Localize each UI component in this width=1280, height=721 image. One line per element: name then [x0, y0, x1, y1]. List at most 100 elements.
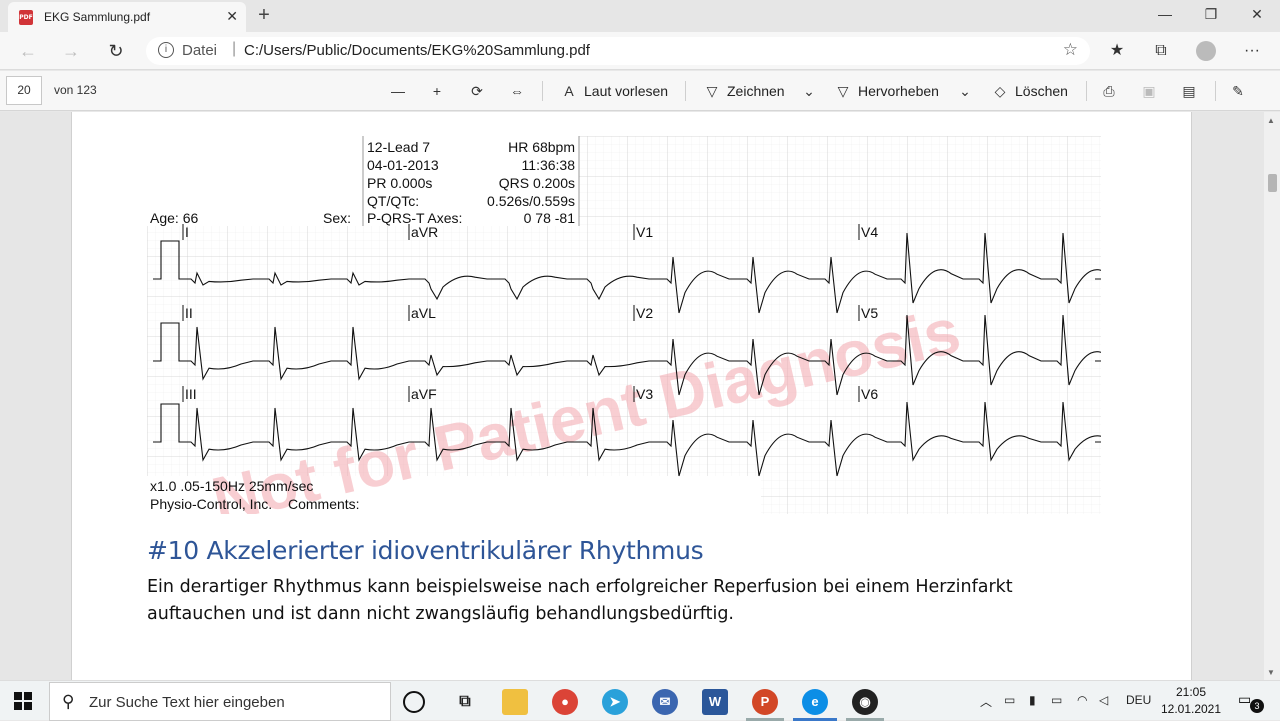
- highlight-button[interactable]: ▽ Hervorheben: [834, 80, 939, 102]
- tab-pdf[interactable]: PDF EKG Sammlung.pdf ✕: [8, 2, 246, 32]
- minimize-icon[interactable]: —: [1142, 6, 1188, 22]
- highlight-label: Hervorheben: [858, 83, 939, 99]
- battery-icon[interactable]: ▭: [1051, 693, 1062, 707]
- ekg-lead-ii: II: [185, 305, 193, 321]
- tab-close-icon[interactable]: ✕: [226, 8, 238, 25]
- save-icon[interactable]: ▣: [1140, 80, 1164, 102]
- read-aloud-button[interactable]: A Laut vorlesen: [560, 80, 668, 102]
- address-separator: |: [232, 40, 237, 57]
- pin-toolbar-icon[interactable]: ✎: [1229, 80, 1253, 102]
- file-explorer-icon[interactable]: [502, 689, 528, 715]
- close-window-icon[interactable]: ✕: [1234, 6, 1280, 23]
- save-as-icon[interactable]: ▤: [1180, 80, 1204, 102]
- language-indicator[interactable]: DEU: [1126, 693, 1151, 707]
- ekg-image: 12-Lead 7 HR 68bpm 04-01-2013 11:36:38 P…: [147, 136, 1101, 514]
- pdf-file-icon: PDF: [19, 10, 33, 25]
- ekg-sex: Sex:: [323, 210, 351, 226]
- toolbar-divider: [1215, 81, 1216, 101]
- ekg-footer-company: Physio-Control, Inc.: [150, 496, 272, 512]
- search-icon: ⚲: [62, 692, 75, 711]
- info-icon[interactable]: i: [158, 42, 174, 58]
- volume-icon[interactable]: ◁: [1099, 693, 1108, 707]
- ekg-lead-v2: V2: [636, 305, 653, 321]
- word-icon[interactable]: W: [702, 689, 728, 715]
- edge-icon[interactable]: e: [802, 689, 828, 715]
- browser-tab-bar: PDF EKG Sammlung.pdf ✕ + — ❐ ✕: [0, 0, 1280, 32]
- taskbar-search-box[interactable]: ⚲ Zur Suche Text hier eingeben: [49, 682, 391, 721]
- back-icon[interactable]: ←: [16, 40, 40, 62]
- navigation-bar: ← → ↻ i Datei | C:/Users/Public/Document…: [0, 32, 1280, 70]
- address-scheme: Datei: [182, 42, 218, 59]
- microphone-icon[interactable]: ▮: [1029, 693, 1036, 707]
- read-aloud-label: Laut vorlesen: [584, 83, 669, 99]
- ekg-lead-v3: V3: [636, 386, 653, 402]
- address-url[interactable]: C:/Users/Public/Documents/EKG%20Sammlung…: [244, 42, 590, 59]
- read-aloud-icon: A: [564, 83, 574, 99]
- pdf-toolbar: 20 von 123 — + ⟳ ⇔ A Laut vorlesen ▽ Zeich…: [0, 71, 1280, 111]
- ekg-footer-comments: Comments:: [288, 496, 360, 512]
- ekg-footer-settings: x1.0 .05-150Hz 25mm/sec: [150, 478, 313, 494]
- pdf-viewer: 12-Lead 7 HR 68bpm 04-01-2013 11:36:38 P…: [0, 112, 1264, 680]
- ekg-pr: PR 0.000s: [367, 175, 432, 191]
- powerpoint-icon[interactable]: P: [752, 689, 778, 715]
- scrollbar-thumb[interactable]: [1268, 174, 1277, 192]
- ekg-qt-label: QT/QTc:: [367, 193, 419, 209]
- taskbar-clock[interactable]: 21:05 12.01.2021: [1156, 684, 1226, 718]
- zoom-in-icon[interactable]: +: [428, 80, 452, 102]
- obs-icon[interactable]: ◉: [852, 689, 878, 715]
- ekg-lead-v1: V1: [636, 224, 653, 240]
- tab-title: EKG Sammlung.pdf: [44, 10, 151, 24]
- tray-chevron-icon[interactable]: ︿: [980, 693, 992, 710]
- draw-button[interactable]: ▽ Zeichnen: [703, 80, 785, 102]
- ekg-age: Age: 66: [150, 210, 198, 226]
- forward-icon[interactable]: →: [59, 40, 83, 62]
- ekg-axes-value: 0 78 -81: [524, 210, 576, 226]
- notification-center-icon[interactable]: ▭ 3: [1238, 691, 1264, 713]
- page-number-input[interactable]: 20: [6, 76, 42, 105]
- telegram-icon[interactable]: ➤: [602, 689, 628, 715]
- draw-label: Zeichnen: [727, 83, 785, 99]
- task-view-icon[interactable]: ⧉: [452, 689, 478, 715]
- collections-icon[interactable]: ⧉: [1149, 40, 1173, 62]
- fit-page-icon[interactable]: ⇔: [508, 80, 532, 102]
- clock-time: 21:05: [1175, 685, 1207, 699]
- draw-dropdown-icon[interactable]: ⌄: [800, 80, 824, 102]
- print-icon[interactable]: ⎙: [1100, 80, 1124, 102]
- zoom-out-icon[interactable]: —: [389, 80, 413, 102]
- erase-button[interactable]: ◇ Löschen: [991, 80, 1068, 102]
- cortana-icon[interactable]: [403, 691, 425, 713]
- new-tab-icon[interactable]: +: [254, 4, 274, 27]
- highlight-dropdown-icon[interactable]: ⌄: [956, 80, 980, 102]
- address-bar[interactable]: i Datei | C:/Users/Public/Documents/EKG%…: [146, 37, 1090, 65]
- restore-icon[interactable]: ❐: [1188, 6, 1234, 23]
- toolbar-divider: [1086, 81, 1087, 101]
- ekg-lead-iii: III: [185, 386, 197, 402]
- wifi-icon[interactable]: ◠: [1077, 693, 1087, 707]
- ekg-lead-avr: aVR: [411, 224, 438, 240]
- thunderbird-icon[interactable]: ✉: [652, 689, 678, 715]
- eraser-icon: ◇: [994, 83, 1006, 99]
- vertical-scrollbar[interactable]: ▲ ▼: [1264, 112, 1280, 680]
- ekg-hr: HR 68bpm: [508, 139, 575, 155]
- draw-icon: ▽: [706, 83, 718, 99]
- reload-icon[interactable]: ↻: [104, 40, 128, 62]
- ekg-lead-avl: aVL: [411, 305, 436, 321]
- windows-start-icon[interactable]: [14, 692, 32, 710]
- favorites-icon[interactable]: ★: [1105, 40, 1129, 62]
- more-menu-icon[interactable]: ···: [1240, 40, 1264, 62]
- ekg-lead-v6: V6: [861, 386, 878, 402]
- scroll-down-icon[interactable]: ▼: [1267, 668, 1275, 677]
- ekg-qt-value: 0.526s/0.559s: [487, 193, 575, 209]
- chrome-icon[interactable]: ●: [552, 689, 578, 715]
- highlight-icon: ▽: [837, 83, 849, 99]
- erase-label: Löschen: [1015, 83, 1068, 99]
- pdf-page: 12-Lead 7 HR 68bpm 04-01-2013 11:36:38 P…: [71, 112, 1192, 680]
- rotate-icon[interactable]: ⟳: [468, 80, 492, 102]
- tray-device-icon[interactable]: ▭: [1004, 693, 1015, 707]
- notification-count: 3: [1250, 699, 1264, 713]
- toolbar-divider: [685, 81, 686, 101]
- favorite-star-icon[interactable]: ☆: [1063, 40, 1078, 60]
- profile-avatar[interactable]: [1196, 41, 1216, 61]
- scroll-up-icon[interactable]: ▲: [1267, 116, 1275, 125]
- clock-date: 12.01.2021: [1160, 702, 1222, 716]
